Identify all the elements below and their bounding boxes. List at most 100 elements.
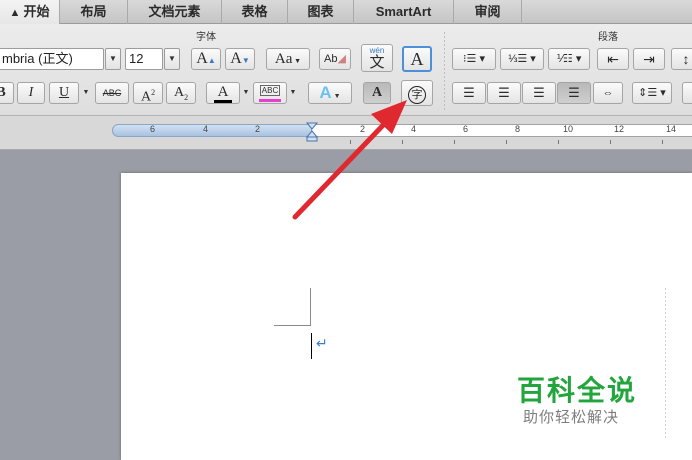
increase-indent-button[interactable]: ⇥ xyxy=(633,48,665,70)
paragraph-mark: ↵ xyxy=(316,335,328,351)
character-border-button[interactable]: A xyxy=(402,46,432,72)
eraser-icon: ◢ xyxy=(337,53,346,65)
tab-document-elements-label: 文档元素 xyxy=(148,4,201,19)
superscript-button[interactable]: A2 xyxy=(133,82,163,104)
italic-label: I xyxy=(28,85,34,100)
numbering-button[interactable]: ⅓☰ ▾ xyxy=(500,48,544,70)
arrow-down-icon: ▼ xyxy=(241,56,250,65)
character-shading-button[interactable]: A xyxy=(363,82,391,104)
phonetic-char-label: 文 xyxy=(369,54,385,71)
numbered-list-icon: ⅓☰ ▾ xyxy=(508,53,536,65)
tab-home[interactable]: ▲ 开始 xyxy=(0,0,60,25)
text-effect-label: A xyxy=(319,83,332,102)
font-name-value: mbria (正文) xyxy=(2,51,73,66)
highlight-color-bar xyxy=(259,99,281,102)
bold-button[interactable]: B xyxy=(0,82,14,104)
document-page[interactable]: ↵ 百科全说 助你轻松解决 xyxy=(121,173,692,460)
align-left-icon: ☰ xyxy=(463,85,475,100)
enclose-char-label: 字 xyxy=(408,86,426,104)
tab-smartart[interactable]: SmartArt xyxy=(354,0,454,24)
font-color-button[interactable]: A xyxy=(206,82,240,104)
ruler-tick xyxy=(350,140,351,144)
font-color-bar xyxy=(214,100,232,103)
tab-tables-label: 表格 xyxy=(241,4,268,19)
margin-corner-mark xyxy=(310,288,311,326)
strikethrough-label: ABC xyxy=(102,88,122,98)
underline-button[interactable]: U xyxy=(49,82,79,104)
align-center-icon: ☰ xyxy=(498,85,510,100)
subscript-button[interactable]: A2 xyxy=(166,82,196,104)
font-color-dropdown[interactable]: ▼ xyxy=(241,82,251,104)
indent-marker-icon[interactable] xyxy=(306,122,318,142)
group-separator xyxy=(444,32,445,110)
subscript-mark: 2 xyxy=(184,92,189,102)
ruler-tick xyxy=(454,140,455,144)
tab-document-elements[interactable]: 文档元素 xyxy=(128,0,222,24)
bold-label: B xyxy=(0,85,6,100)
ruler-label: 4 xyxy=(411,124,417,134)
right-margin-guide xyxy=(665,288,666,438)
ruler-label: 12 xyxy=(614,124,625,134)
ribbon-tab-bar: ▲ 开始 布局 文档元素 表格 图表 SmartArt 审阅 xyxy=(0,0,692,25)
highlight-label: ABC xyxy=(259,85,281,96)
underline-dropdown[interactable]: ▼ xyxy=(81,82,91,104)
ruler-label: 4 xyxy=(203,124,209,134)
chevron-down-icon: ▼ xyxy=(289,89,297,96)
shrink-font-button[interactable]: A▼ xyxy=(225,48,255,70)
highlight-dropdown[interactable]: ▼ xyxy=(288,82,298,104)
tab-layout-label: 布局 xyxy=(80,4,107,19)
ruler-tick xyxy=(610,140,611,144)
enclose-characters-button[interactable]: 字 xyxy=(401,80,433,106)
phonetic-guide-button[interactable]: wén 文 xyxy=(361,44,393,72)
tab-layout[interactable]: 布局 xyxy=(60,0,128,24)
more-paragraph-button[interactable] xyxy=(682,82,692,104)
tab-tables[interactable]: 表格 xyxy=(222,0,288,24)
ruler-tick xyxy=(506,140,507,144)
outdent-icon: ⇤ xyxy=(607,51,619,67)
line-spacing-icon: ⇕☰ ▾ xyxy=(638,87,666,99)
grow-font-button[interactable]: A▲ xyxy=(191,48,221,70)
font-name-combo[interactable]: mbria (正文) xyxy=(0,48,104,70)
font-color-label: A xyxy=(217,84,229,100)
ribbon: 字体 段落 mbria (正文) ▼ 12 ▼ A▲ A▼ Aa ▼ Ab◢ w… xyxy=(0,24,692,116)
ruler-left-margin xyxy=(112,124,312,137)
tab-charts-label: 图表 xyxy=(307,4,334,19)
char-shading-label: A xyxy=(371,85,383,100)
sort-button[interactable]: ↕ xyxy=(671,48,692,70)
strikethrough-button[interactable]: ABC xyxy=(95,82,129,104)
ruler-label: 6 xyxy=(150,124,156,134)
align-right-button[interactable]: ☰ xyxy=(522,82,556,104)
font-size-value: 12 xyxy=(129,51,144,66)
font-size-combo[interactable]: 12 xyxy=(125,48,163,70)
sort-icon: ↕ xyxy=(682,51,690,67)
change-case-label: Aa xyxy=(274,51,293,67)
highlight-button[interactable]: ABC xyxy=(253,82,287,104)
align-center-button[interactable]: ☰ xyxy=(487,82,521,104)
decrease-indent-button[interactable]: ⇤ xyxy=(597,48,629,70)
tab-review-label: 审阅 xyxy=(474,4,501,19)
tab-charts[interactable]: 图表 xyxy=(288,0,354,24)
ruler-label: 2 xyxy=(360,124,366,134)
bullets-button[interactable]: ⁝☰ ▾ xyxy=(452,48,496,70)
clear-formatting-button[interactable]: Ab◢ xyxy=(319,48,351,70)
font-name-dropdown-button[interactable]: ▼ xyxy=(105,48,121,70)
distributed-button[interactable]: ⇔ xyxy=(593,82,623,104)
align-left-button[interactable]: ☰ xyxy=(452,82,486,104)
font-group-label: 字体 xyxy=(196,32,216,43)
chevron-down-icon: ▼ xyxy=(242,89,250,96)
tab-review[interactable]: 审阅 xyxy=(454,0,522,24)
italic-button[interactable]: I xyxy=(17,82,45,104)
line-spacing-button[interactable]: ⇕☰ ▾ xyxy=(632,82,672,104)
ruler-label: 10 xyxy=(563,124,574,134)
font-size-dropdown-button[interactable]: ▼ xyxy=(164,48,180,70)
margin-corner-mark xyxy=(274,325,311,326)
multilevel-list-button[interactable]: ⅟☷ ▾ xyxy=(548,48,590,70)
change-case-button[interactable]: Aa ▼ xyxy=(266,48,310,70)
superscript-base: A xyxy=(140,89,152,104)
bullet-list-icon: ⁝☰ ▾ xyxy=(463,53,485,65)
justify-button[interactable]: ☰ xyxy=(557,82,591,104)
superscript-mark: 2 xyxy=(151,88,156,97)
text-cursor xyxy=(311,333,312,359)
text-effects-button[interactable]: A ▼ xyxy=(308,82,352,104)
ruler-label: 6 xyxy=(463,124,469,134)
